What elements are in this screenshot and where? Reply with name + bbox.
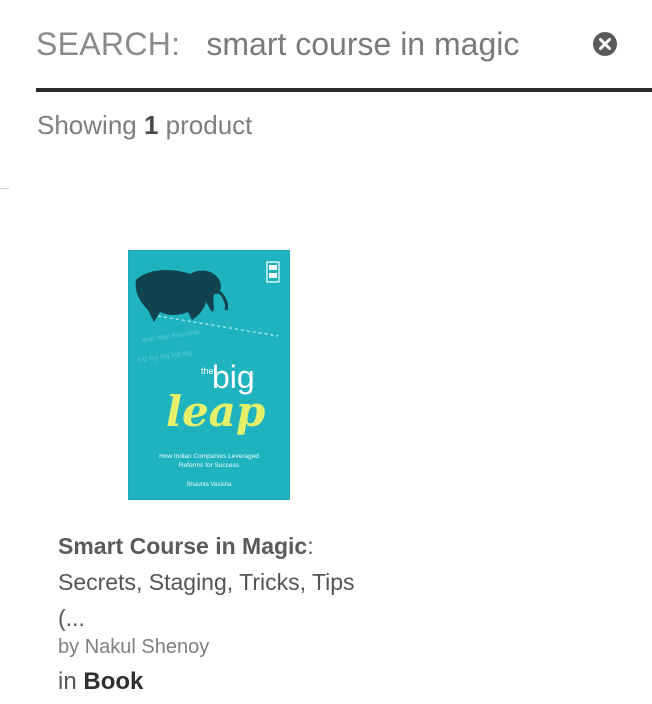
search-bar: SEARCH: smart course in magic (36, 22, 618, 66)
search-label: SEARCH: (36, 25, 181, 62)
search-query-text[interactable]: smart course in magic (206, 26, 519, 63)
cover-author: Shaunta Vasisha (187, 482, 233, 488)
product-title-colon: : (307, 533, 314, 559)
product-author: Nakul Shenoy (84, 636, 210, 658)
product-title-rest: Secrets, Staging, Tricks, Tips (... (58, 569, 355, 631)
close-circle-icon[interactable] (592, 31, 618, 57)
product-byline: by Nakul Shenoy (58, 636, 209, 659)
cover-subtitle-2: Reforms for Success (179, 462, 240, 469)
book-cover-image[interactable]: leap leap leap leap big big big big big … (128, 250, 290, 500)
left-edge-tick (0, 188, 9, 189)
product-title-bold: Smart Course in Magic (58, 533, 308, 559)
search-underline-divider (36, 88, 652, 92)
results-count: Showing 1 product (37, 110, 252, 141)
category-prefix: in (58, 668, 77, 695)
product-title-link[interactable]: Smart Course in Magic: Secrets, Staging,… (58, 528, 378, 636)
results-suffix: product (165, 110, 253, 140)
cover-subtitle-1: How Indian Companies Leveraged (159, 453, 259, 460)
byline-prefix: by (58, 636, 80, 658)
product-category-line: in Book (58, 668, 143, 696)
cover-leap: leap (166, 387, 265, 436)
product-category-link[interactable]: Book (83, 668, 143, 695)
results-count-number: 1 (143, 110, 159, 140)
results-prefix: Showing (37, 110, 137, 140)
